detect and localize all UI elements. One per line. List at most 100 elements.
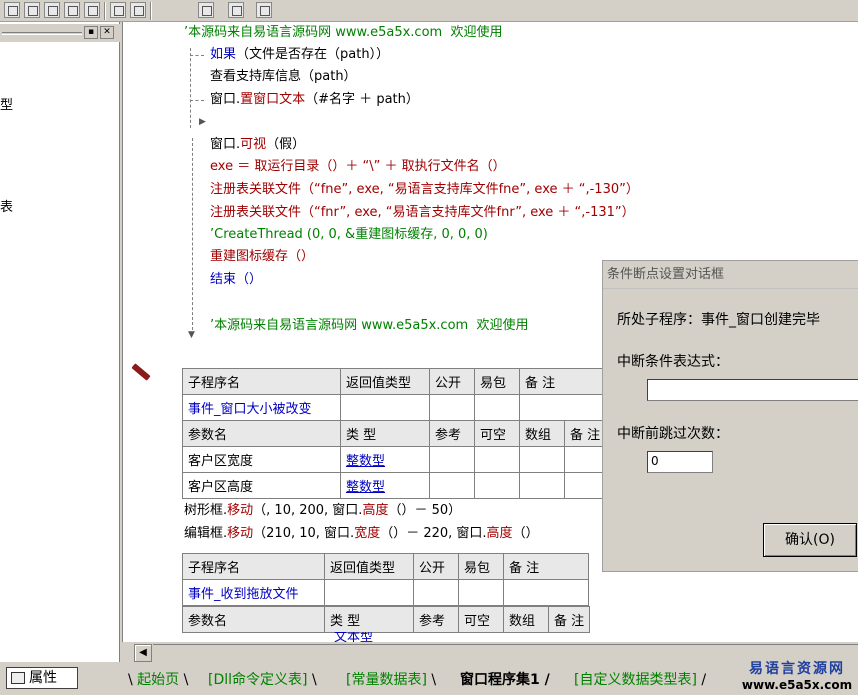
table-header: 备 注 [547,606,591,633]
align-left-icon[interactable] [4,2,20,18]
table-cell[interactable] [503,579,589,606]
tab-label: [自定义数据类型表] [574,672,697,688]
tab-window-assembly[interactable]: 窗口程序集1 / [460,668,550,692]
same-height-icon[interactable] [130,2,146,18]
ok-button[interactable]: 确认(O) [763,523,857,557]
align-bottom-icon[interactable] [64,2,80,18]
toolbar-separator [104,2,106,20]
properties-icon [11,672,25,684]
code-comment[interactable]: ’CreateThread (0, 0, &重建图标缓存, 0, 0, 0) [210,226,488,244]
table-cell[interactable] [429,472,475,499]
param-type[interactable]: 整数型 [340,446,430,473]
subprogram-table: 子程序名 返回值类型 公开 易包 备 注 事件_窗口大小被改变 [182,368,605,421]
code-text: （假） [266,137,306,152]
table-header: 子程序名 [182,368,341,395]
panel-grip[interactable] [2,32,82,35]
vertical-space-icon[interactable] [228,2,244,18]
table-cell[interactable] [563,446,607,473]
table-header: 返回值类型 [340,368,430,395]
code-line[interactable]: 注册表关联文件（“fnr”, exe, “易语言支持库文件fnr”, exe ＋… [210,204,635,222]
code-line[interactable]: 注册表关联文件（“fne”, exe, “易语言支持库文件fne”, exe ＋… [210,181,639,199]
code-line[interactable]: 查看支持库信息（path） [210,68,357,86]
table-cell[interactable] [519,446,565,473]
table-cell[interactable] [429,394,475,421]
code-object: 树形框. [184,503,228,518]
code-text: （）－ 50） [388,503,462,518]
align-right-icon[interactable] [84,2,100,18]
align-top-icon[interactable] [44,2,60,18]
code-text: （） [512,526,539,541]
align-center-icon[interactable] [24,2,40,18]
left-panel-text[interactable]: 表 [0,196,13,215]
table-cell[interactable] [519,394,605,421]
table-cell[interactable] [474,394,520,421]
skip-count-input[interactable]: 0 [647,451,713,473]
code-line[interactable]: exe ＝ 取运行目录（）＋ “\” ＋ 取执行文件名（） [210,158,506,176]
table-cell[interactable] [563,472,607,499]
code-line[interactable]: 编辑框.移动（210, 10, 窗口.宽度（）－ 220, 窗口.高度（） [184,525,539,543]
code-comment[interactable]: ’本源码来自易语言源码网 www.e5a5x.com 欢迎使用 [210,317,528,335]
logo-title: 易语言资源网 [749,661,845,677]
code-text: （210, 10, 窗口. [253,526,355,541]
table-header: 公开 [413,553,459,580]
same-width-icon[interactable] [110,2,126,18]
table-cell[interactable] [458,579,504,606]
properties-tab[interactable]: 属性 [6,667,78,689]
table-header: 易包 [474,368,520,395]
fold-arrow-icon: ▶ [199,117,206,127]
tab-constants[interactable]: [常量数据表] \ [346,668,436,692]
param-type[interactable]: 文本型 [334,632,373,642]
table-header: 可空 [458,606,504,633]
code-line[interactable]: 窗口.置窗口文本（#名字 ＋ path） [210,91,419,109]
center-in-form-icon[interactable] [256,2,272,18]
tab-label: 起始页 [137,672,180,688]
code-method: 移动 [227,503,254,518]
table-row-clipped: 文本型 [182,632,602,642]
tab-dll-commands[interactable]: [Dll命令定义表] \ [208,668,317,692]
code-object: 窗口. [210,92,241,107]
table-header: 备 注 [519,368,605,395]
table-cell[interactable] [519,472,565,499]
table-cell[interactable] [324,579,414,606]
table-header: 子程序名 [182,553,325,580]
fold-guide [190,55,204,56]
table-cell[interactable] [413,579,459,606]
table-cell[interactable] [474,472,520,499]
table-cell[interactable] [474,446,520,473]
keyword-if: 如果 [210,47,237,62]
close-panel-icon[interactable]: ✕ [100,26,114,39]
properties-tab-label: 属性 [29,670,57,686]
code-line[interactable]: 树形框.移动（, 10, 200, 窗口.高度（）－ 50） [184,502,461,520]
table-header: 参数名 [182,420,341,447]
code-comment[interactable]: ’本源码来自易语言源码网 www.e5a5x.com 欢迎使用 [184,24,502,42]
scroll-left-icon[interactable]: ◀ [134,644,152,662]
code-line[interactable]: 结束（） [210,271,262,289]
tab-label: 窗口程序集1 [460,672,540,688]
table-cell[interactable] [340,394,430,421]
left-panel: 型 表 [0,22,120,662]
code-line[interactable]: 窗口.可视（假） [210,136,305,154]
tab-start-page[interactable]: \ 起始页 \ [128,668,188,692]
subprogram-name[interactable]: 事件_收到拖放文件 [182,579,325,606]
code-method: 宽度 [354,526,381,541]
param-name[interactable]: 客户区宽度 [182,446,341,473]
subprogram-name[interactable]: 事件_窗口大小被改变 [182,394,341,421]
toolbar-separator [150,2,152,20]
code-object: 编辑框. [184,526,228,541]
table-cell[interactable] [429,446,475,473]
code-line[interactable]: 如果（文件是否存在（path）） [210,46,389,64]
param-type[interactable]: 整数型 [340,472,430,499]
code-method: 高度 [486,526,513,541]
subprogram-table: 子程序名 返回值类型 公开 易包 备 注 事件_收到拖放文件 [182,553,589,606]
left-panel-text[interactable]: 型 [0,94,13,113]
conditional-breakpoint-dialog: 条件断点设置对话框 所处子程序：事件_窗口创建完毕 中断条件表达式： 中断前跳过… [602,260,858,572]
condition-expression-input[interactable] [647,379,858,401]
param-name[interactable]: 客户区高度 [182,472,341,499]
dialog-title[interactable]: 条件断点设置对话框 [603,261,858,289]
tab-custom-types[interactable]: [自定义数据类型表] / [574,668,706,692]
code-line[interactable]: 重建图标缓存（） [210,248,314,266]
minimize-panel-icon[interactable]: ▪ [84,26,98,39]
horizontal-space-icon[interactable] [198,2,214,18]
fold-guide [192,138,193,330]
code-text: （文件是否存在（path）） [236,47,390,62]
